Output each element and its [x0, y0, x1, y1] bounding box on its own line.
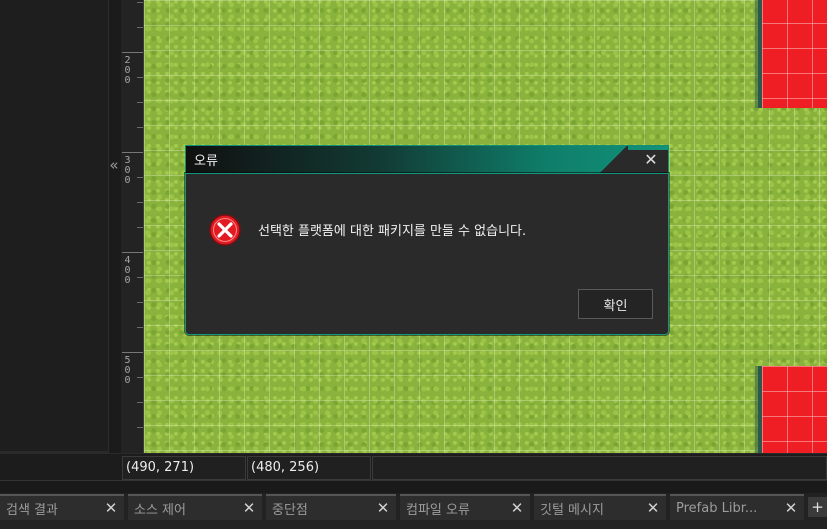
titlebar-notch	[598, 146, 628, 174]
ruler-minor-tick	[137, 377, 143, 378]
tab-breakpoints[interactable]: 중단점 ✕	[266, 494, 396, 520]
tab-label: 검색 결과	[6, 502, 58, 518]
ruler-major-tick	[122, 52, 143, 53]
close-icon[interactable]: ✕	[374, 499, 392, 517]
status-info-field	[372, 456, 827, 480]
wall-tile-block[interactable]	[762, 0, 827, 108]
close-button[interactable]: ✕	[640, 150, 662, 170]
ruler-minor-tick	[137, 277, 143, 278]
close-icon: ✕	[644, 150, 658, 169]
tab-search-results[interactable]: 검색 결과 ✕	[0, 494, 124, 520]
left-panel	[0, 0, 109, 453]
ruler-minor-tick	[137, 302, 143, 303]
ruler-label-300: 300	[123, 156, 132, 186]
ruler-major-tick	[122, 252, 143, 253]
error-dialog: 선택한 플랫폼에 대한 패키지를 만들 수 없습니다. 확인	[185, 173, 669, 335]
ruler-minor-tick	[137, 202, 143, 203]
tab-feather-messages[interactable]: 깃털 메시지 ✕	[534, 494, 666, 520]
ruler-minor-tick	[137, 427, 143, 428]
close-icon[interactable]: ✕	[240, 499, 258, 517]
ruler-minor-tick	[137, 227, 143, 228]
ruler-label-text: 400	[124, 255, 131, 286]
tab-label: 깃털 메시지	[540, 502, 604, 518]
ruler-minor-tick	[137, 327, 143, 328]
tab-label: 컴파일 오류	[406, 502, 470, 518]
tab-label: 소스 제어	[134, 502, 186, 518]
ruler-minor-tick	[137, 127, 143, 128]
ruler-minor-tick	[137, 177, 143, 178]
ruler-minor-tick	[137, 27, 143, 28]
output-tab-strip: 검색 결과 ✕ 소스 제어 ✕ 중단점 ✕ 컴파일 오류 ✕ 깃털 메시지 ✕ …	[0, 480, 827, 529]
tab-label: 중단점	[272, 502, 308, 518]
ruler-label-text: 300	[124, 155, 131, 186]
dialog-title: 오류	[194, 154, 218, 169]
plus-icon: +	[811, 498, 824, 516]
cursor-coordinates: (490, 271)	[122, 456, 246, 480]
error-dialog-titlebar[interactable]: 오류 ✕	[185, 145, 669, 174]
status-bar: (490, 271) (480, 256)	[0, 453, 827, 481]
add-tab-button[interactable]: +	[808, 497, 827, 517]
ruler-label-text: 500	[124, 355, 131, 386]
tab-label: Prefab Libr...	[676, 500, 758, 516]
ruler-label-500: 500	[123, 356, 132, 386]
ruler-label-200: 200	[123, 56, 132, 86]
wall-tile-block[interactable]	[762, 366, 827, 453]
ruler-minor-tick	[137, 77, 143, 78]
collapse-panel-icon[interactable]: «	[107, 157, 121, 173]
ruler-major-tick	[122, 152, 143, 153]
error-x-circle-icon	[209, 214, 241, 246]
error-message: 선택한 플랫폼에 대한 패키지를 만들 수 없습니다.	[258, 224, 527, 239]
snapped-coordinates: (480, 256)	[247, 456, 371, 480]
close-icon[interactable]: ✕	[782, 499, 800, 517]
tab-prefab-library[interactable]: Prefab Libr... ✕	[670, 494, 804, 520]
ruler-label-400: 400	[123, 256, 132, 286]
close-icon[interactable]: ✕	[102, 499, 120, 517]
ruler-minor-tick	[137, 102, 143, 103]
ruler-label-text: 200	[124, 55, 131, 86]
close-icon[interactable]: ✕	[644, 499, 662, 517]
ruler-minor-tick	[137, 2, 143, 3]
tab-compile-errors[interactable]: 컴파일 오류 ✕	[400, 494, 530, 520]
ok-button[interactable]: 확인	[578, 289, 653, 319]
ruler-minor-tick	[137, 402, 143, 403]
tab-strip-gap	[0, 481, 827, 493]
ruler-major-tick	[122, 352, 143, 353]
close-icon[interactable]: ✕	[508, 499, 526, 517]
vertical-ruler: 200 300 400 500	[121, 0, 144, 453]
tab-source-control[interactable]: 소스 제어 ✕	[128, 494, 262, 520]
